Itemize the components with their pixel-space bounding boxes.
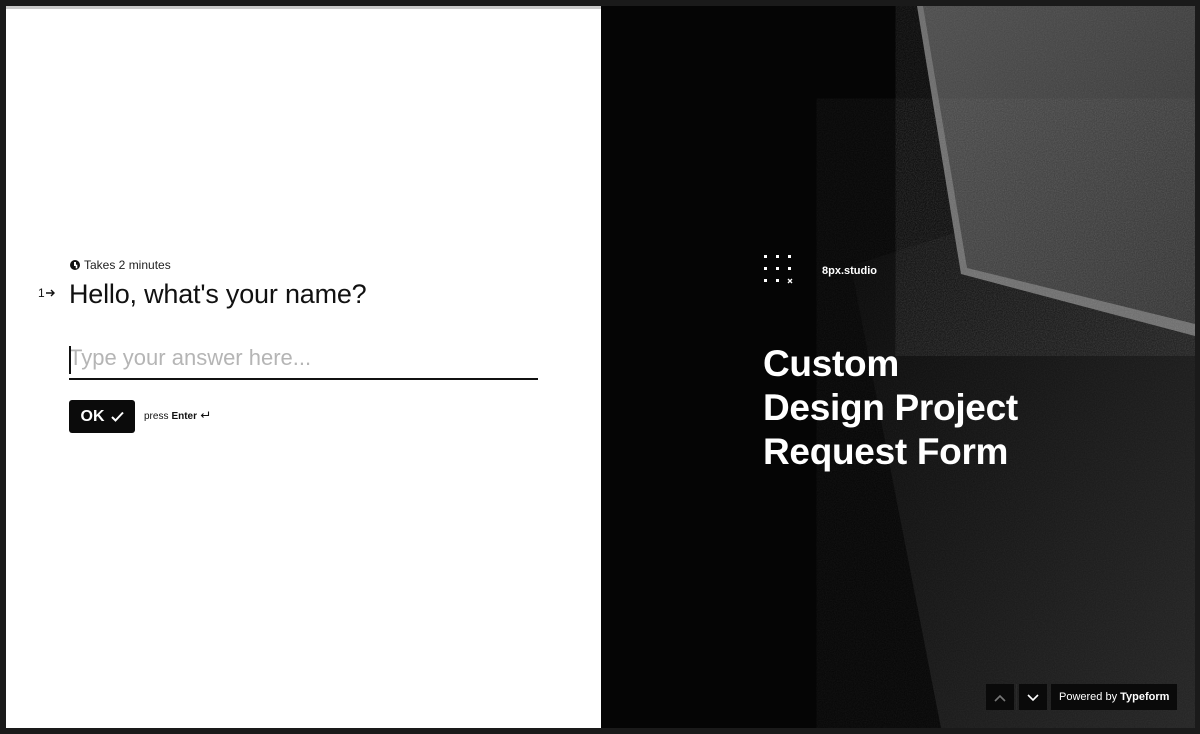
- studio-logo-icon: [764, 255, 793, 284]
- question-number-text: 1: [38, 286, 45, 300]
- hero-panel: 8px.studio Custom Design Project Request…: [601, 6, 1195, 728]
- check-icon: [110, 411, 124, 422]
- chevron-up-icon: [994, 690, 1006, 705]
- hero-title-line: Design Project: [763, 387, 1018, 428]
- clock-icon: [70, 260, 80, 270]
- powered-by-typeform-link[interactable]: Powered by Typeform: [1051, 684, 1178, 710]
- progress-bar: [6, 6, 601, 9]
- press-enter-hint: press Enter: [144, 411, 210, 422]
- nav-divider: [1016, 684, 1017, 710]
- app-frame: Takes 2 minutes 1 Hello, what's your nam…: [0, 0, 1200, 734]
- question-nav: [986, 684, 1047, 710]
- ok-button-label: OK: [80, 407, 105, 425]
- ok-button[interactable]: OK: [69, 400, 135, 433]
- powered-by-text: Powered by: [1059, 691, 1118, 703]
- name-input[interactable]: [69, 342, 538, 380]
- question-title: Hello, what's your name?: [69, 279, 367, 309]
- arrow-right-icon: [45, 286, 56, 300]
- typeform-text: Typeform: [1120, 691, 1170, 703]
- enter-text: Enter: [171, 411, 198, 422]
- next-question-button[interactable]: [1019, 684, 1047, 710]
- press-text: press: [144, 411, 169, 422]
- time-estimate-text: Takes 2 minutes: [84, 258, 171, 272]
- time-estimate: Takes 2 minutes: [70, 258, 171, 272]
- text-caret: [69, 346, 71, 374]
- question-number: 1: [38, 286, 56, 300]
- chevron-down-icon: [1027, 690, 1039, 705]
- hero-title-line: Custom: [763, 343, 899, 384]
- form-panel: Takes 2 minutes 1 Hello, what's your nam…: [6, 6, 601, 728]
- previous-question-button[interactable]: [986, 684, 1014, 710]
- hero-title: Custom Design Project Request Form: [763, 342, 1018, 474]
- enter-key-icon: [200, 411, 210, 422]
- brand-name: 8px.studio: [822, 265, 878, 277]
- hero-title-line: Request Form: [763, 431, 1009, 472]
